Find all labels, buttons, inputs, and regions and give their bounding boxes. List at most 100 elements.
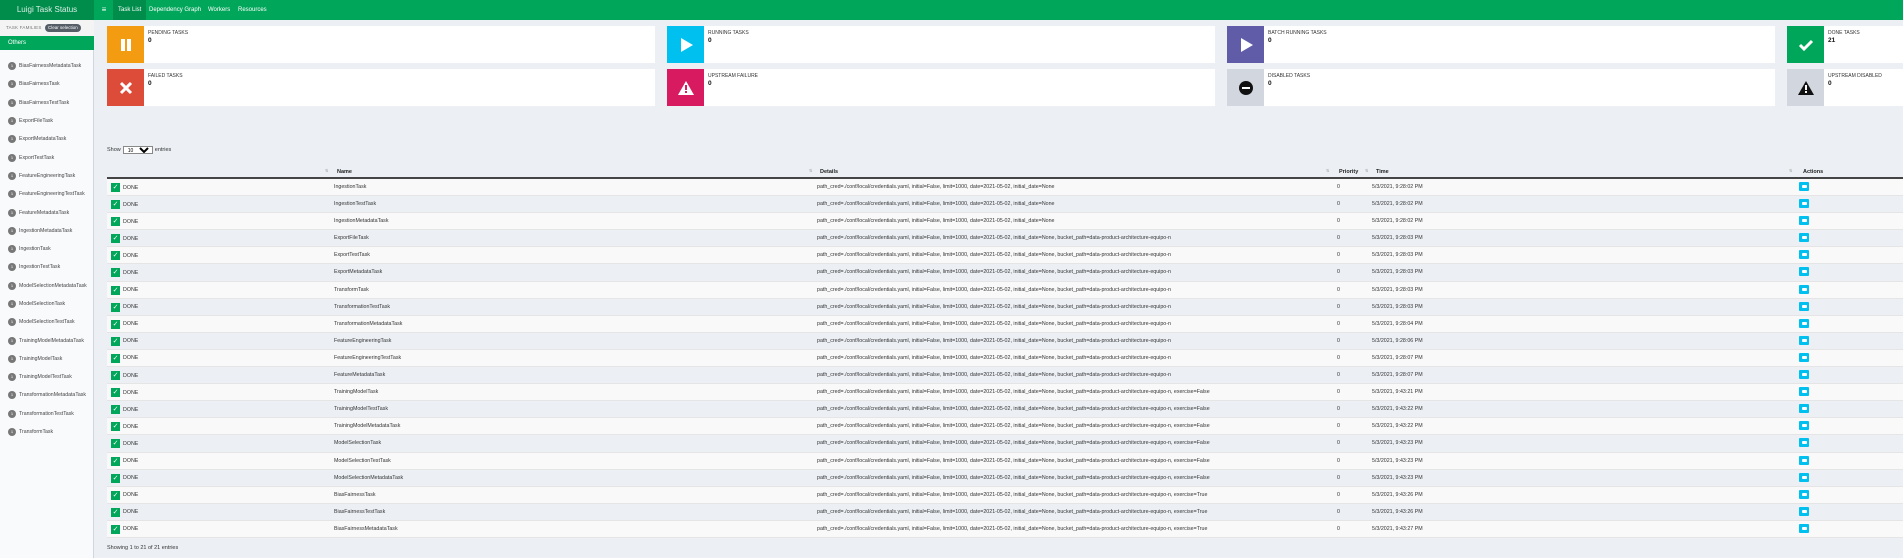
sidebar-item[interactable]: 1 BiasFairnessMetadataTask [0, 57, 94, 75]
table-row[interactable]: ✓ DONE ExportTestTask path_cred=./conf/loca… [107, 247, 1903, 265]
pending-tasks-box[interactable]: PENDING TASKS 0 [107, 26, 655, 63]
view-action-button[interactable] [1799, 216, 1809, 226]
view-action-button[interactable] [1799, 370, 1809, 380]
check-icon: ✓ [111, 353, 120, 363]
table-row[interactable]: ✓ DONE FeatureMetadataTask path_cred=./conf… [107, 367, 1903, 385]
list-icon [1801, 509, 1807, 513]
app-title[interactable]: Luigi Task Status [0, 0, 94, 20]
table-row[interactable]: ✓ DONE ExportMetadataTask path_cred=./conf/… [107, 264, 1903, 282]
view-action-button[interactable] [1799, 352, 1809, 362]
table-row[interactable]: ✓ DONE TransformationTestTask path_cred=./c… [107, 299, 1903, 316]
done-tasks-box[interactable]: DONE TASKS 21 [1787, 26, 1903, 63]
running-tasks-box[interactable]: RUNNING TASKS 0 [667, 26, 1215, 63]
clear-selection-button[interactable]: Clear selection [45, 24, 81, 32]
table-row[interactable]: ✓ DONE BiasFairnessTask path_cred=./conf/lo… [107, 486, 1903, 504]
view-action-button[interactable] [1799, 438, 1809, 448]
sort-icon[interactable]: ⇅ [809, 168, 812, 173]
table-row[interactable]: ✓ DONE TrainingModelMetadataTask path_cred=… [107, 418, 1903, 436]
table-row[interactable]: ✓ DONE BiasFairnessMetadataTask path_cred=.… [107, 520, 1903, 538]
col-time[interactable]: Time [1376, 169, 1389, 175]
sidebar-item[interactable]: 1 TransformationMetadataTask [0, 386, 94, 404]
view-action-button[interactable] [1799, 455, 1809, 465]
sidebar-item[interactable]: 1 ExportFileTask [0, 112, 94, 130]
upstream-failure-box[interactable]: UPSTREAM FAILURE 0 [667, 69, 1215, 106]
show-entries: Show 10 entries [107, 146, 171, 154]
table-row[interactable]: ✓ DONE IngestionTestTask path_cred=./conf/l… [107, 196, 1903, 214]
table-row[interactable]: ✓ DONE TransformTask path_cred=./conf/local… [107, 281, 1903, 299]
sidebar-item[interactable]: 1 IngestionTask [0, 240, 94, 258]
sidebar-item[interactable]: 1 IngestionTestTask [0, 258, 94, 276]
upstream-disabled-box[interactable]: UPSTREAM DISABLED 0 [1787, 69, 1903, 106]
view-action-button[interactable] [1799, 421, 1809, 431]
sidebar-item[interactable]: 1 FeatureEngineeringTask [0, 167, 94, 185]
view-action-button[interactable] [1799, 182, 1809, 191]
view-action-button[interactable] [1799, 250, 1809, 260]
batch-running-tasks-box[interactable]: BATCH RUNNING TASKS 0 [1227, 26, 1775, 63]
view-action-button[interactable] [1799, 387, 1809, 397]
table-row[interactable]: ✓ DONE TrainingModelTask path_cred=./conf/l… [107, 384, 1903, 402]
sidebar-item[interactable]: 1 BiasFairnessTask [0, 75, 94, 93]
view-action-button[interactable] [1799, 404, 1809, 414]
sidebar-item[interactable]: 1 BiasFairnessTestTask [0, 94, 94, 112]
sidebar-item-label: ModelSelectionMetadataTask [19, 282, 87, 289]
sidebar-item[interactable]: 1 FeatureEngineeringTestTask [0, 185, 94, 203]
status-cell: ✓ DONE [111, 490, 138, 500]
check-icon: ✓ [111, 302, 120, 312]
sidebar-item[interactable]: 1 ExportMetadataTask [0, 130, 94, 148]
sidebar-group-others[interactable]: Others [0, 36, 94, 50]
view-action-button[interactable] [1799, 301, 1809, 311]
sidebar-item[interactable]: 1 TrainingModelTask [0, 350, 94, 368]
col-priority[interactable]: Priority [1339, 169, 1358, 175]
view-action-button[interactable] [1799, 199, 1809, 209]
list-icon [1801, 236, 1807, 240]
sidebar-item[interactable]: 1 ModelSelectionTask [0, 295, 94, 313]
table-row[interactable]: ✓ DONE ModelSelectionTask path_cred=./conf/… [107, 435, 1903, 453]
table-row[interactable]: ✓ DONE FeatureEngineeringTestTask path_cred… [107, 349, 1903, 368]
view-action-button[interactable] [1799, 506, 1809, 516]
col-details[interactable]: Details [820, 169, 838, 175]
table-row[interactable]: ✓ DONE IngestionMetadataTask path_cred=./co… [107, 213, 1903, 231]
table-row[interactable]: ✓ DONE ExportFileTask path_cred=./conf/loca… [107, 230, 1903, 248]
table-row[interactable]: ✓ DONE ModelSelectionTestTask path_cred=./c… [107, 452, 1903, 470]
table-row[interactable]: ✓ DONE IngestionTask path_cred=./conf/local… [107, 179, 1903, 197]
sidebar-item[interactable]: 1 ExportTestTask [0, 148, 94, 166]
nav-resources[interactable]: Resources [233, 0, 272, 20]
sidebar-item[interactable]: 1 IngestionMetadataTask [0, 222, 94, 240]
view-action-button[interactable] [1799, 335, 1809, 345]
sort-icon[interactable]: ⇅ [1789, 168, 1792, 173]
table-row[interactable]: ✓ DONE ModelSelectionMetadataTask path_cred… [107, 470, 1903, 487]
view-action-button[interactable] [1799, 233, 1809, 243]
check-icon: ✓ [111, 422, 120, 432]
disabled-tasks-box[interactable]: DISABLED TASKS 0 [1227, 69, 1775, 106]
check-icon: ✓ [111, 285, 120, 295]
table-row[interactable]: ✓ DONE FeatureEngineeringTask path_cred=./c… [107, 333, 1903, 350]
check-icon: ✓ [111, 439, 120, 449]
page-size-select[interactable]: 10 [122, 146, 153, 154]
nav-task-list[interactable]: Task List [113, 0, 147, 20]
table-row[interactable]: ✓ DONE TrainingModelTestTask path_cred=./co… [107, 401, 1903, 419]
sidebar-item[interactable]: 1 ModelSelectionTestTask [0, 313, 94, 331]
nav-workers[interactable]: Workers [203, 0, 235, 20]
view-action-button[interactable] [1799, 318, 1809, 328]
task-time: 5/3/2021, 9:43:22 PM [1372, 423, 1423, 430]
table-row[interactable]: ✓ DONE TransformationMetadataTask path_cred… [107, 315, 1903, 333]
sort-icon[interactable]: ⇅ [325, 168, 328, 173]
sidebar-item[interactable]: 1 FeatureMetadataTask [0, 203, 94, 221]
sort-icon[interactable]: ⇅ [1326, 168, 1329, 173]
nav-dependency-graph[interactable]: Dependency Graph [144, 0, 206, 20]
sidebar-item[interactable]: 1 TrainingModelTestTask [0, 368, 94, 386]
table-row[interactable]: ✓ DONE BiasFairnessTestTask path_cred=./con… [107, 504, 1903, 521]
sort-icon[interactable]: ⇅ [1365, 168, 1368, 173]
col-name[interactable]: Name [337, 169, 352, 175]
view-action-button[interactable] [1799, 523, 1809, 533]
sidebar-item[interactable]: 1 TransformTask [0, 423, 94, 441]
sidebar-item[interactable]: 1 ModelSelectionMetadataTask [0, 277, 94, 295]
menu-toggle-icon[interactable]: ≡ [100, 5, 108, 15]
sidebar-item[interactable]: 1 TransformationTestTask [0, 405, 94, 423]
sidebar-item[interactable]: 1 TrainingModelMetadataTask [0, 331, 94, 349]
view-action-button[interactable] [1799, 489, 1809, 499]
view-action-button[interactable] [1799, 284, 1809, 294]
view-action-button[interactable] [1799, 267, 1809, 277]
failed-tasks-box[interactable]: FAILED TASKS 0 [107, 69, 655, 106]
view-action-button[interactable] [1799, 472, 1809, 482]
